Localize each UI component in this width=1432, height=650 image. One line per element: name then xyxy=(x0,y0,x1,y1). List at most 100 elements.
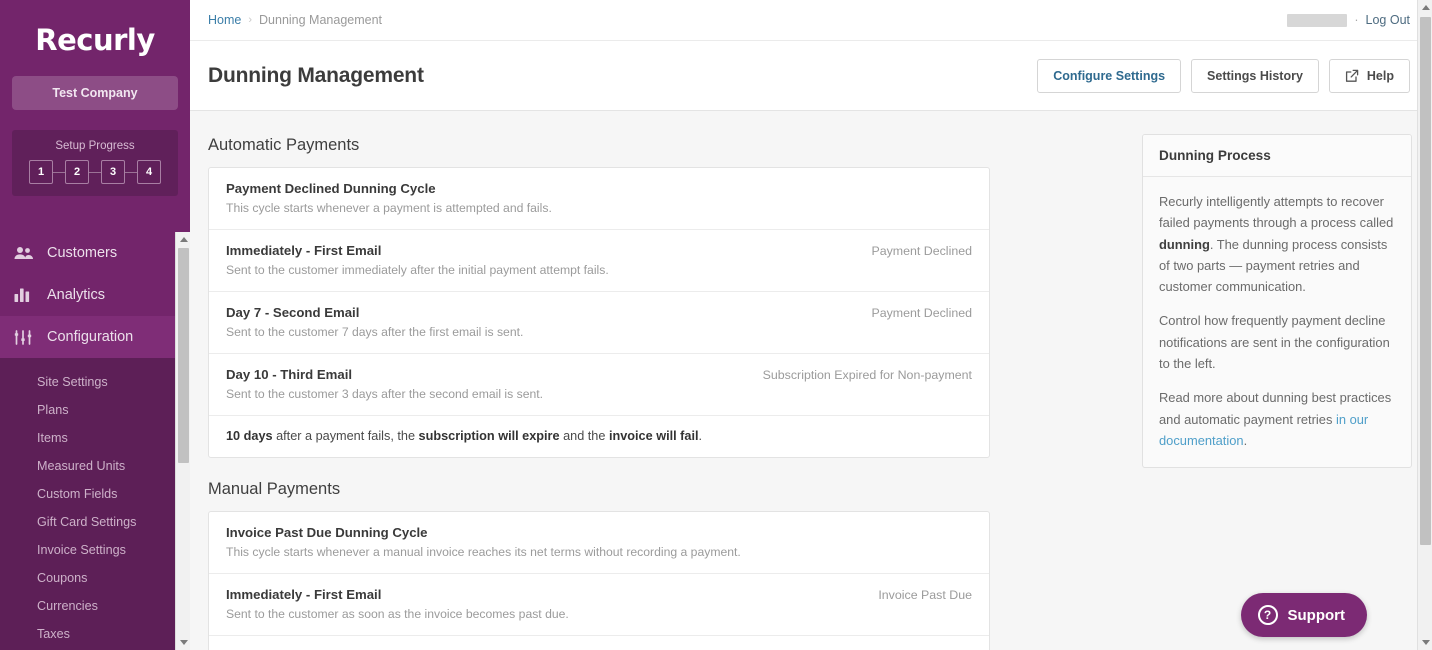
main-area: Home › Dunning Management · Log Out Dunn… xyxy=(190,0,1432,650)
row-title: Day 7 - Second Email xyxy=(226,305,360,320)
row-description: Sent to the customer 7 days after the fi… xyxy=(226,325,524,339)
settings-history-button[interactable]: Settings History xyxy=(1191,58,1319,93)
sidebar-item-label: Analytics xyxy=(47,287,106,303)
account-separator: · xyxy=(1354,13,1359,27)
page-content: Automatic Payments Payment Declined Dunn… xyxy=(190,112,1432,650)
setup-step-2[interactable]: 2 xyxy=(65,160,89,184)
section-title-automatic-payments: Automatic Payments xyxy=(208,136,360,154)
logout-link[interactable]: Log Out xyxy=(1366,13,1410,27)
analytics-icon xyxy=(14,287,36,303)
main-scrollbar[interactable] xyxy=(1417,0,1432,650)
content-main-column: Automatic Payments Payment Declined Dunn… xyxy=(190,112,1122,650)
step-connector xyxy=(53,171,65,173)
step-connector xyxy=(89,171,101,173)
info-panel-title: Dunning Process xyxy=(1143,135,1411,177)
step-connector xyxy=(125,171,137,173)
sidebar-item-customers[interactable]: Customers xyxy=(0,232,190,274)
brand[interactable]: Recurly xyxy=(0,0,190,72)
table-row[interactable]: Day 7 - Second Email Sent to the custome… xyxy=(209,292,989,354)
manual-payments-card: Invoice Past Due Dunning Cycle This cycl… xyxy=(208,511,990,650)
status-badge: Invoice Past Due xyxy=(878,588,972,602)
help-button[interactable]: Help xyxy=(1328,58,1410,93)
sidebar-subnav-configuration: Site Settings Plans Items Measured Units… xyxy=(0,358,190,650)
breadcrumb-separator-icon: › xyxy=(248,14,253,26)
sidebar-subitem-currencies[interactable]: Currencies xyxy=(0,592,190,620)
setup-progress-steps: 1 2 3 4 xyxy=(18,160,172,184)
setup-progress-card: Setup Progress 1 2 3 4 xyxy=(12,130,178,196)
help-button-label: Help xyxy=(1366,68,1394,83)
setup-step-3[interactable]: 3 xyxy=(101,160,125,184)
company-selector[interactable]: Test Company xyxy=(12,76,178,110)
topbar-account: · Log Out xyxy=(1287,13,1410,27)
sidebar-subitem-invoice-settings[interactable]: Invoice Settings xyxy=(0,536,190,564)
info-p1-bold: dunning xyxy=(1159,236,1210,252)
sidebar: Recurly Test Company Setup Progress 1 2 … xyxy=(0,0,190,650)
app-root: Recurly Test Company Setup Progress 1 2 … xyxy=(0,0,1432,650)
summary-text-2: and the xyxy=(559,429,609,443)
breadcrumb: Home › Dunning Management xyxy=(208,13,382,27)
sidebar-subitem-items[interactable]: Items xyxy=(0,424,190,452)
sidebar-subitem-taxes[interactable]: Taxes xyxy=(0,620,190,648)
row-description: Sent to the customer as soon as the invo… xyxy=(226,607,569,621)
sidebar-item-label: Configuration xyxy=(47,329,134,345)
table-row-partial[interactable] xyxy=(209,636,989,650)
setup-step-1[interactable]: 1 xyxy=(29,160,53,184)
scroll-down-icon[interactable] xyxy=(176,635,190,650)
question-mark-icon: ? xyxy=(1257,605,1278,625)
page-title: Dunning Management xyxy=(208,63,424,87)
cycle-summary: 10 days after a payment fails, the subsc… xyxy=(209,416,989,457)
row-title: Immediately - First Email xyxy=(226,243,382,258)
breadcrumb-home[interactable]: Home xyxy=(208,13,241,27)
support-button[interactable]: ? Support xyxy=(1240,593,1367,637)
sidebar-item-configuration[interactable]: Configuration xyxy=(0,316,190,358)
sidebar-subitem-gift-card-settings[interactable]: Gift Card Settings xyxy=(0,508,190,536)
company-name: Test Company xyxy=(52,86,138,100)
table-row[interactable]: Immediately - First Email Sent to the cu… xyxy=(209,574,989,636)
info-p1-a: Recurly intelligently attempts to recove… xyxy=(1159,194,1394,231)
table-row[interactable]: Day 10 - Third Email Sent to the custome… xyxy=(209,354,989,416)
configure-settings-button[interactable]: Configure Settings xyxy=(1037,58,1182,93)
info-panel-body: Recurly intelligently attempts to recove… xyxy=(1143,177,1411,467)
info-paragraph-2: Control how frequently payment decline n… xyxy=(1159,313,1390,371)
support-button-label: Support xyxy=(1287,606,1346,624)
username-redacted[interactable] xyxy=(1287,13,1348,27)
main-scrollbar-thumb[interactable] xyxy=(1420,17,1431,545)
sidebar-subitem-custom-fields[interactable]: Custom Fields xyxy=(0,480,190,508)
row-description: Sent to the customer 3 days after the se… xyxy=(226,387,544,401)
sidebar-scrollbar[interactable] xyxy=(175,232,190,650)
sidebar-scrollbar-thumb[interactable] xyxy=(178,248,189,463)
sidebar-subitem-coupons[interactable]: Coupons xyxy=(0,564,190,592)
automatic-payments-card: Payment Declined Dunning Cycle This cycl… xyxy=(208,167,990,458)
row-title: Immediately - First Email xyxy=(226,587,382,602)
info-paragraph-1: Recurly intelligently attempts to recove… xyxy=(1159,191,1395,297)
content-info-column: Dunning Process Recurly intelligently at… xyxy=(1122,112,1432,650)
row-title: Day 10 - Third Email xyxy=(226,367,353,382)
summary-days: 10 days xyxy=(226,429,273,443)
scroll-up-icon[interactable] xyxy=(1418,0,1432,15)
recurly-logo: Recurly xyxy=(35,23,155,57)
cycle-description: This cycle starts whenever a payment is … xyxy=(226,201,552,215)
sidebar-item-analytics[interactable]: Analytics xyxy=(0,274,190,316)
cycle-title: Invoice Past Due Dunning Cycle xyxy=(226,525,428,540)
info-p3-b: . xyxy=(1243,432,1248,448)
scroll-down-icon[interactable] xyxy=(1418,635,1432,650)
table-row[interactable]: Immediately - First Email Sent to the cu… xyxy=(209,230,989,292)
page-header: Dunning Management Configure Settings Se… xyxy=(190,41,1432,111)
cycle-title: Payment Declined Dunning Cycle xyxy=(226,181,436,196)
breadcrumb-current: Dunning Management xyxy=(259,13,383,27)
dunning-process-panel: Dunning Process Recurly intelligently at… xyxy=(1142,134,1412,469)
customers-icon xyxy=(14,245,36,261)
sidebar-nav: Customers Analytics Configuration Site S… xyxy=(0,232,190,650)
topbar: Home › Dunning Management · Log Out xyxy=(190,0,1432,41)
external-link-icon xyxy=(1345,69,1359,83)
sidebar-subitem-measured-units[interactable]: Measured Units xyxy=(0,452,190,480)
summary-text-3: . xyxy=(698,429,703,443)
sidebar-subitem-site-settings[interactable]: Site Settings xyxy=(0,368,190,396)
sidebar-subitem-plans[interactable]: Plans xyxy=(0,396,190,424)
scroll-up-icon[interactable] xyxy=(176,232,190,247)
page-actions: Configure Settings Settings History Help xyxy=(1037,58,1410,93)
setup-step-4[interactable]: 4 xyxy=(137,160,161,184)
info-paragraph-3: Read more about dunning best practices a… xyxy=(1159,387,1395,451)
status-badge: Payment Declined xyxy=(871,306,972,320)
summary-bold-1: subscription will expire xyxy=(418,429,560,443)
